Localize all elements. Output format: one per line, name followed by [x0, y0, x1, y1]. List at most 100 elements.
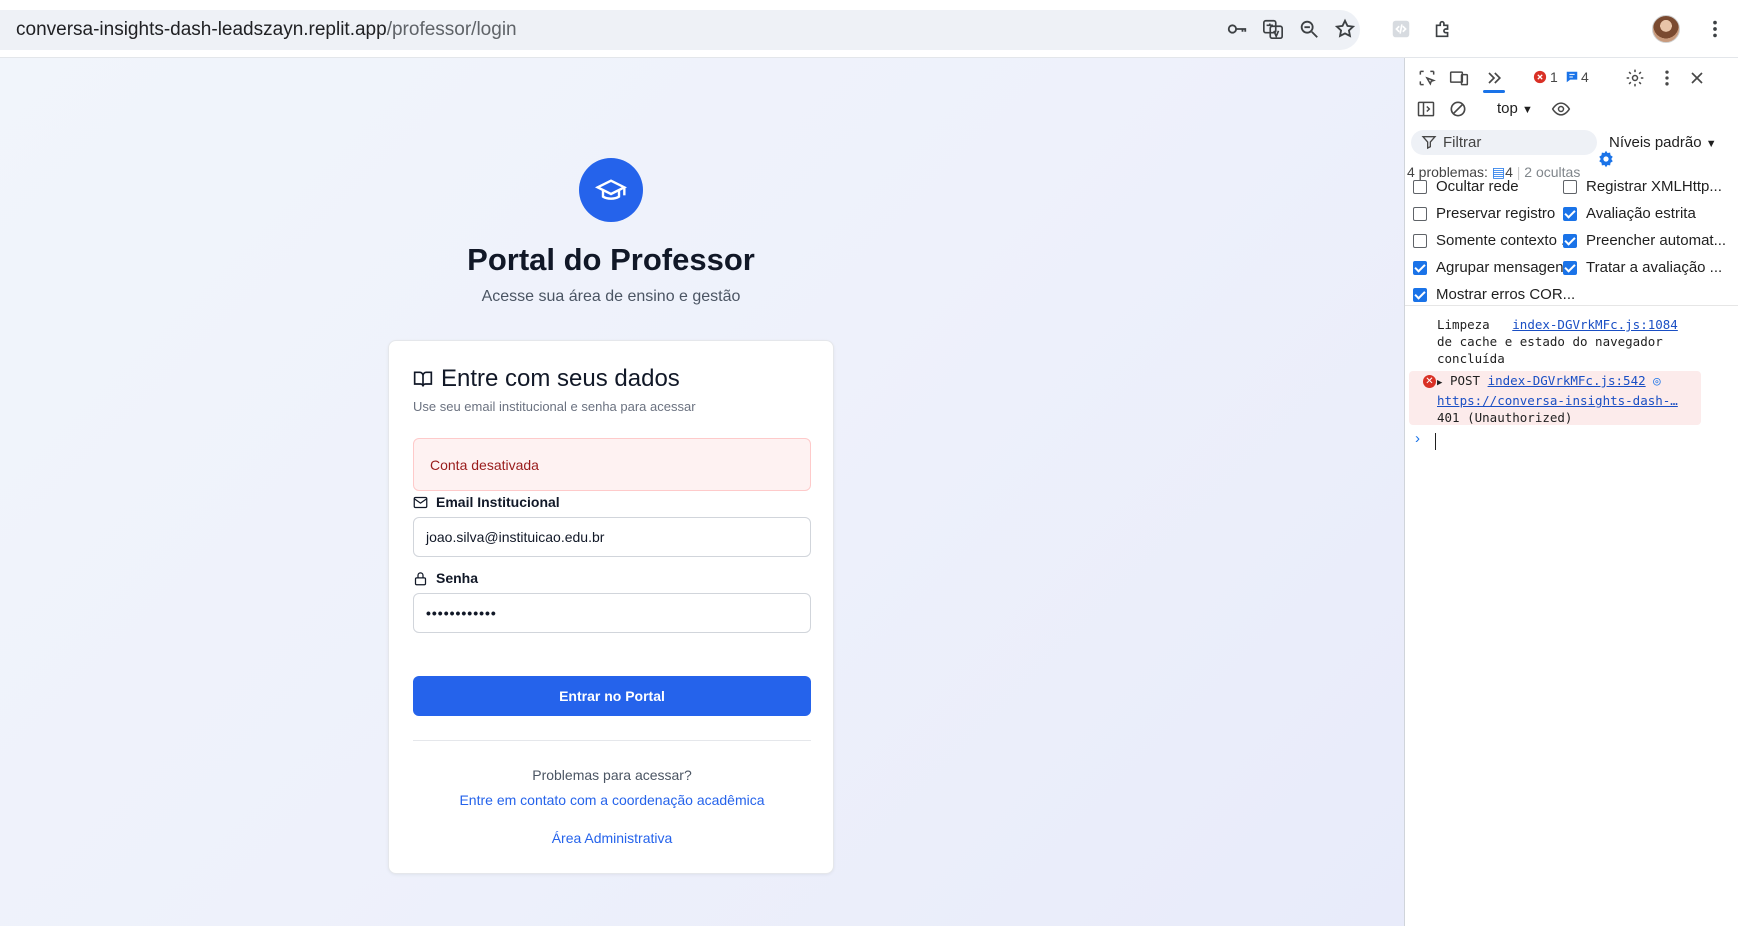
checkbox-box[interactable]: [1413, 206, 1427, 221]
checkbox-hide-network[interactable]: Ocultar rede: [1413, 178, 1519, 195]
levels-value: Níveis padrão: [1609, 134, 1702, 151]
log-text: de cache e estado do navegador: [1437, 334, 1663, 349]
url-text[interactable]: conversa-insights-dash-leadszayn.replit.…: [16, 19, 517, 41]
graduation-cap-icon: [595, 179, 627, 200]
console-input-caret[interactable]: [1435, 433, 1436, 450]
error-count-icon[interactable]: [1533, 70, 1547, 84]
help-text: Problemas para acessar?: [532, 767, 692, 783]
filter-input[interactable]: [1411, 130, 1597, 155]
email-field[interactable]: joao.silva@instituicao.edu.br: [413, 517, 811, 557]
profile-avatar[interactable]: [1652, 15, 1680, 43]
chevron-down-icon: ▼: [1705, 138, 1717, 150]
logo-badge: [579, 158, 643, 222]
log-status: 401 (Unauthorized): [1437, 410, 1573, 425]
message-count[interactable]: 4: [1581, 69, 1589, 85]
checkbox-box[interactable]: [1563, 260, 1577, 275]
extensions-icon[interactable]: [1430, 16, 1456, 42]
checkbox-label: Agrupar mensagen...: [1436, 259, 1577, 276]
checkbox-show-cors-errors[interactable]: Mostrar erros COR...: [1413, 286, 1575, 303]
translate-icon[interactable]: [1260, 16, 1286, 42]
context-value: top: [1497, 100, 1518, 117]
log-source-link[interactable]: index-DGVrkMFc.js:542: [1488, 373, 1646, 388]
console-prompt-icon: ›: [1415, 430, 1420, 447]
checkbox-preserve-log[interactable]: Preservar registro: [1413, 205, 1555, 222]
checkbox-label: Mostrar erros COR...: [1436, 286, 1576, 303]
message-count-icon[interactable]: [1565, 70, 1579, 84]
checkbox-selected-context[interactable]: Somente contexto ...: [1413, 232, 1574, 249]
live-expression-eye-icon[interactable]: [1549, 98, 1573, 120]
email-label: Email Institucional: [413, 494, 560, 510]
zoom-icon[interactable]: [1296, 16, 1322, 42]
checkbox-autocomplete[interactable]: Preencher automat...: [1563, 232, 1726, 249]
page-title: Portal do Professor: [467, 242, 755, 277]
checkbox-label: Preencher automat...: [1586, 232, 1727, 249]
log-text: concluída: [1437, 351, 1505, 366]
more-tabs-icon[interactable]: [1481, 66, 1507, 90]
star-icon[interactable]: [1332, 16, 1358, 42]
checkbox-label: Somente contexto ...: [1436, 232, 1574, 249]
checkbox-box[interactable]: [1413, 260, 1427, 275]
expand-triangle-icon[interactable]: ▶: [1437, 378, 1442, 388]
log-text: Limpeza: [1437, 317, 1490, 332]
checkbox-box[interactable]: [1413, 179, 1427, 194]
card-title: Entre com seus dados: [413, 365, 680, 393]
clear-console-icon[interactable]: [1447, 98, 1469, 120]
settings-gear-icon[interactable]: [1623, 66, 1647, 90]
checkbox-box[interactable]: [1563, 233, 1577, 248]
error-count[interactable]: 1: [1550, 69, 1558, 85]
password-field[interactable]: ••••••••••••: [413, 593, 811, 633]
page-viewport: Portal do Professor Acesse sua área de e…: [0, 58, 1404, 926]
devtools-panel: 1 4 top ▼ Filtrar Níveis padrão ▼ 4 prob…: [1404, 58, 1738, 926]
device-toolbar-icon[interactable]: [1447, 66, 1471, 90]
active-tab-indicator: [1483, 90, 1505, 93]
network-request-icon[interactable]: ◎: [1653, 373, 1661, 388]
console-log-error: ▶ POST index-DGVrkMFc.js:542 ◎ https://c…: [1437, 372, 1678, 426]
checkbox-treat-evaluation[interactable]: Tratar a avaliação ...: [1563, 259, 1722, 276]
password-label-text: Senha: [436, 570, 479, 586]
log-levels-dropdown[interactable]: Níveis padrão ▼: [1609, 134, 1717, 151]
filter-icon: [1421, 134, 1437, 150]
contact-coordination-link[interactable]: Entre em contato com a coordenação acadê…: [389, 792, 835, 808]
url-host: conversa-insights-dash-leadszayn.replit.…: [16, 19, 387, 40]
checkbox-label: Registrar XMLHttp...: [1586, 178, 1722, 195]
devtools-extension-icon[interactable]: [1388, 16, 1414, 42]
console-divider: [1405, 305, 1738, 306]
menu-icon[interactable]: [1702, 16, 1728, 42]
password-label: Senha: [413, 570, 478, 586]
checkbox-group-messages[interactable]: Agrupar mensagen...: [1413, 259, 1576, 276]
chevron-down-icon: ▼: [1522, 104, 1533, 116]
error-icon: ✕: [1423, 375, 1436, 388]
url-path: /professor/login: [386, 19, 517, 40]
problems-settings-icon[interactable]: [1597, 150, 1615, 168]
email-label-text: Email Institucional: [436, 494, 560, 510]
key-icon[interactable]: [1224, 16, 1250, 42]
divider: [413, 740, 811, 741]
log-source-link[interactable]: index-DGVrkMFc.js:1084: [1512, 317, 1678, 332]
book-open-icon: [413, 371, 433, 387]
page-subtitle: Acesse sua área de ensino e gestão: [481, 288, 741, 305]
error-alert: Conta desativada: [413, 438, 811, 491]
inspect-element-icon[interactable]: [1415, 66, 1439, 90]
checkbox-label: Avaliação estrita: [1586, 205, 1696, 222]
lock-icon: [414, 571, 427, 585]
card-title-text: Entre com seus dados: [441, 365, 680, 392]
close-icon[interactable]: [1685, 66, 1709, 90]
checkbox-box[interactable]: [1413, 233, 1427, 248]
checkbox-log-xhr[interactable]: Registrar XMLHttp...: [1563, 178, 1722, 195]
checkbox-label: Tratar a avaliação ...: [1586, 259, 1723, 276]
checkbox-label: Preservar registro: [1436, 205, 1556, 222]
context-selector[interactable]: top ▼: [1497, 100, 1533, 117]
filter-placeholder: Filtrar: [1443, 134, 1482, 151]
mail-icon: [413, 496, 428, 508]
admin-area-link[interactable]: Área Administrativa: [389, 830, 835, 846]
card-description: Use seu email institucional e senha para…: [413, 399, 696, 414]
request-url-link[interactable]: https://conversa-insights-dash-…: [1437, 393, 1678, 408]
checkbox-box[interactable]: [1413, 287, 1427, 302]
login-card: Entre com seus dados Use seu email insti…: [388, 340, 834, 874]
devtools-menu-icon[interactable]: [1655, 66, 1679, 90]
sidebar-toggle-icon[interactable]: [1415, 98, 1437, 120]
checkbox-box[interactable]: [1563, 206, 1577, 221]
checkbox-eager-evaluation[interactable]: Avaliação estrita: [1563, 205, 1696, 222]
submit-button[interactable]: Entrar no Portal: [413, 676, 811, 716]
checkbox-box[interactable]: [1563, 179, 1577, 194]
